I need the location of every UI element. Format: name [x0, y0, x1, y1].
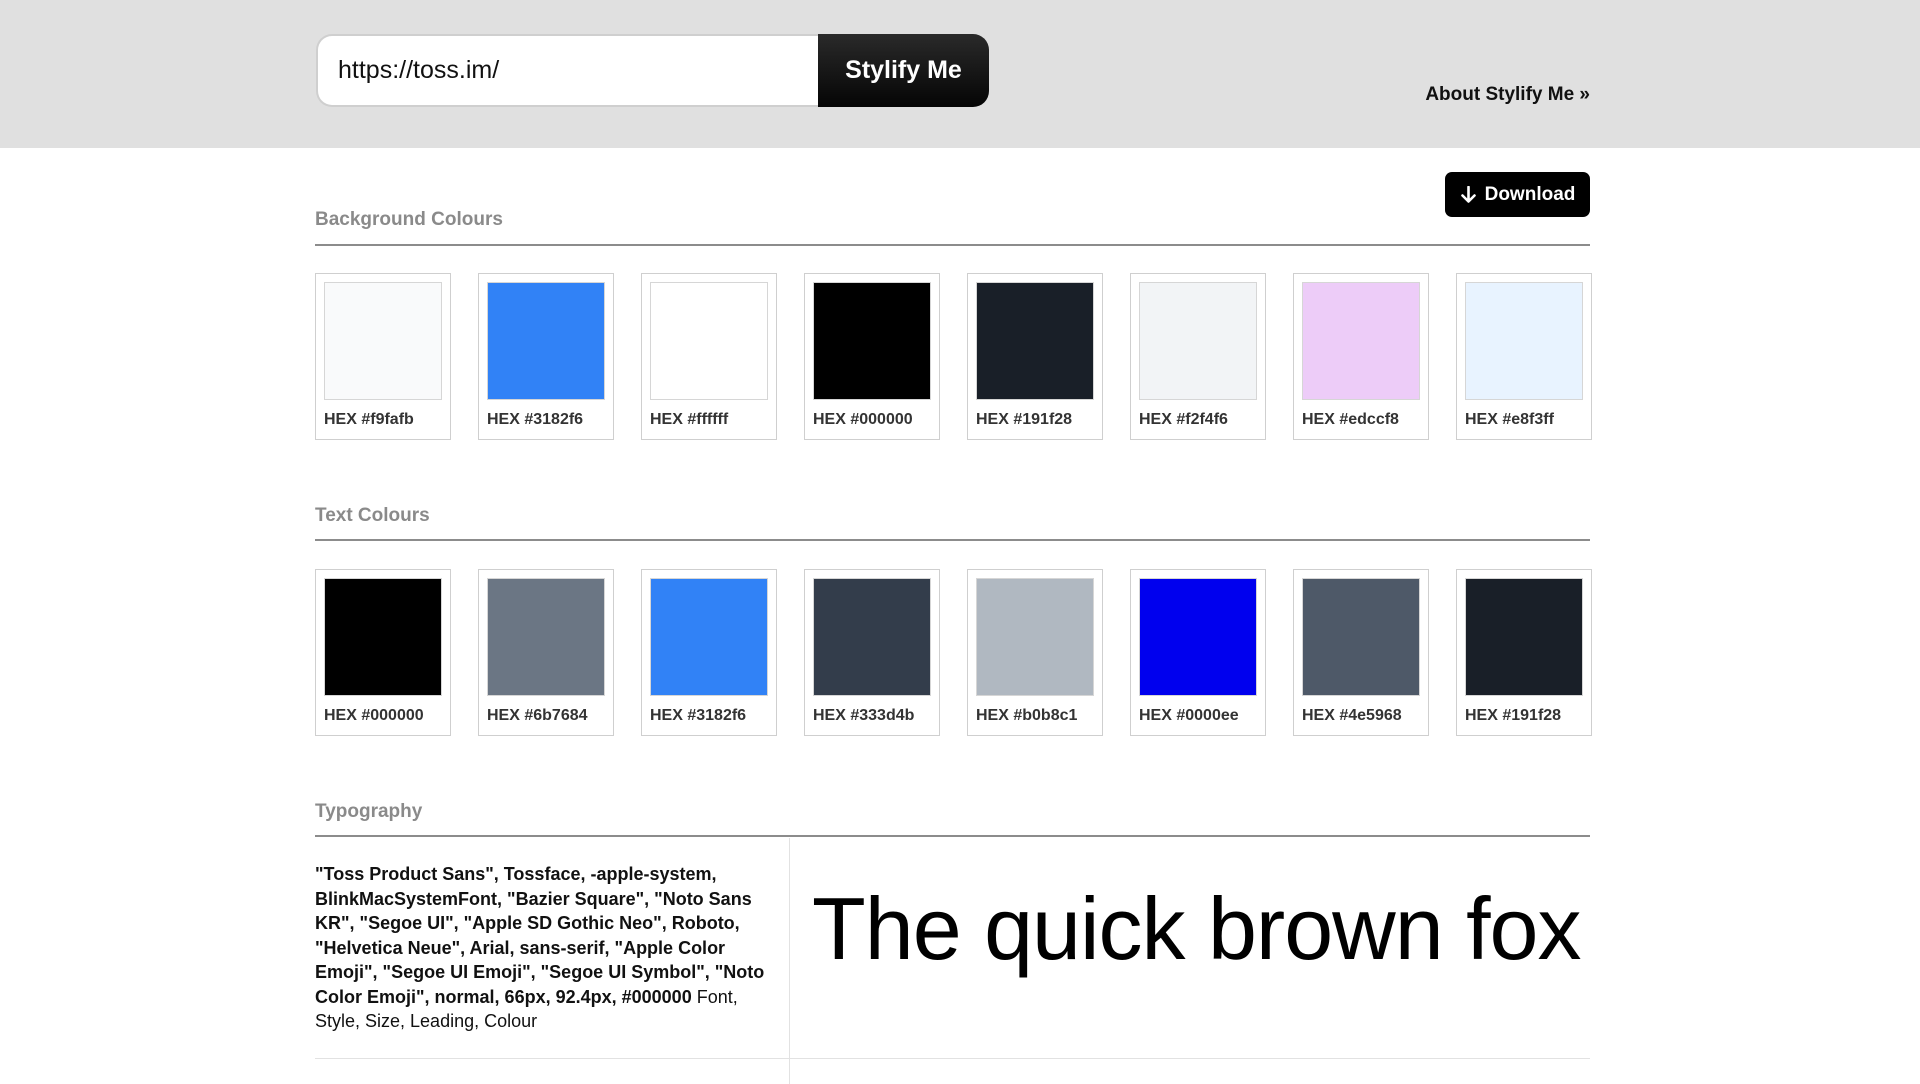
background-colour-swatch-fill	[813, 282, 931, 400]
text-colour-swatch-label: HEX #191f28	[1465, 707, 1562, 724]
text-colour-swatch-label: HEX #333d4b	[813, 707, 915, 724]
text-swatch-row: HEX #000000 HEX #6b7684 HEX #3182f6 HEX #33…	[315, 569, 1592, 736]
background-colour-swatch-fill	[976, 282, 1094, 400]
background-colours-heading: Background Colours	[315, 209, 503, 230]
background-colour-swatch-card: HEX #3182f6	[478, 273, 614, 440]
background-colour-swatch-card: HEX #191f28	[967, 273, 1103, 440]
font-spec-values: "Toss Product Sans", Tossface, -apple-sy…	[315, 864, 765, 1007]
stylify-me-button[interactable]: Stylify Me	[818, 34, 989, 107]
header-bar: Stylify Me About Stylify Me »	[0, 0, 1920, 148]
arrow-down-icon	[1460, 185, 1476, 203]
text-colour-swatch-label: HEX #b0b8c1	[976, 707, 1078, 724]
column-divider	[789, 838, 790, 1084]
text-colour-swatch-label: HEX #6b7684	[487, 707, 588, 724]
text-colour-swatch-label: HEX #4e5968	[1302, 707, 1402, 724]
text-colour-swatch-fill	[1302, 578, 1420, 696]
text-colour-swatch-card: HEX #000000	[315, 569, 451, 736]
download-button[interactable]: Download	[1445, 172, 1590, 217]
background-colour-swatch-card: HEX #f2f4f6	[1130, 273, 1266, 440]
background-colour-swatch-label: HEX #ffffff	[650, 411, 729, 428]
text-colour-swatch-card: HEX #6b7684	[478, 569, 614, 736]
background-colour-swatch-fill	[1139, 282, 1257, 400]
background-colour-swatch-card: HEX #ffffff	[641, 273, 777, 440]
text-colour-swatch-label: HEX #0000ee	[1139, 707, 1239, 724]
text-colour-swatch-fill	[650, 578, 768, 696]
text-colour-swatch-fill	[487, 578, 605, 696]
text-colour-swatch-card: HEX #0000ee	[1130, 569, 1266, 736]
url-input[interactable]	[316, 34, 818, 107]
font-sample-text: The quick brown fox .	[812, 879, 1590, 978]
text-colour-swatch-label: HEX #000000	[324, 707, 424, 724]
section-divider	[315, 835, 1590, 837]
background-colour-swatch-card: HEX #e8f3ff	[1456, 273, 1592, 440]
text-colour-swatch-card: HEX #333d4b	[804, 569, 940, 736]
download-label: Download	[1484, 183, 1576, 205]
background-colour-swatch-label: HEX #f2f4f6	[1139, 411, 1228, 428]
section-divider	[315, 244, 1590, 246]
background-colour-swatch-label: HEX #000000	[813, 411, 913, 428]
text-colour-swatch-card: HEX #3182f6	[641, 569, 777, 736]
text-colour-swatch-fill	[976, 578, 1094, 696]
font-sample-box: The quick brown fox .	[812, 838, 1590, 1058]
text-colour-swatch-label: HEX #3182f6	[650, 707, 747, 724]
background-colour-swatch-card: HEX #f9fafb	[315, 273, 451, 440]
background-colour-swatch-label: HEX #edccf8	[1302, 411, 1399, 428]
background-colour-swatch-fill	[1465, 282, 1583, 400]
background-colour-swatch-card: HEX #edccf8	[1293, 273, 1429, 440]
section-divider	[315, 539, 1590, 541]
url-form: Stylify Me	[316, 34, 989, 107]
text-colour-swatch-card: HEX #b0b8c1	[967, 569, 1103, 736]
background-colour-swatch-fill	[1302, 282, 1420, 400]
row-divider	[315, 1058, 1590, 1059]
text-colour-swatch-fill	[813, 578, 931, 696]
background-colour-swatch-label: HEX #f9fafb	[324, 411, 414, 428]
text-colour-swatch-fill	[1465, 578, 1583, 696]
about-stylify-me-link[interactable]: About Stylify Me »	[1425, 84, 1590, 106]
typography-heading: Typography	[315, 801, 423, 822]
background-colour-swatch-card: HEX #000000	[804, 273, 940, 440]
background-colour-swatch-label: HEX #191f28	[976, 411, 1073, 428]
background-colour-swatch-label: HEX #3182f6	[487, 411, 584, 428]
text-colour-swatch-fill	[324, 578, 442, 696]
typography-entry: "Toss Product Sans", Tossface, -apple-sy…	[315, 838, 1590, 1084]
background-swatch-row: HEX #f9fafb HEX #3182f6 HEX #ffffff HEX #00…	[315, 273, 1592, 440]
background-colour-swatch-fill	[487, 282, 605, 400]
text-colour-swatch-card: HEX #4e5968	[1293, 569, 1429, 736]
text-colour-swatch-fill	[1139, 578, 1257, 696]
text-colour-swatch-card: HEX #191f28	[1456, 569, 1592, 736]
text-colours-heading: Text Colours	[315, 505, 430, 526]
background-colour-swatch-fill	[650, 282, 768, 400]
font-spec-description: "Toss Product Sans", Tossface, -apple-sy…	[315, 862, 775, 1034]
background-colour-swatch-label: HEX #e8f3ff	[1465, 411, 1554, 428]
background-colour-swatch-fill	[324, 282, 442, 400]
